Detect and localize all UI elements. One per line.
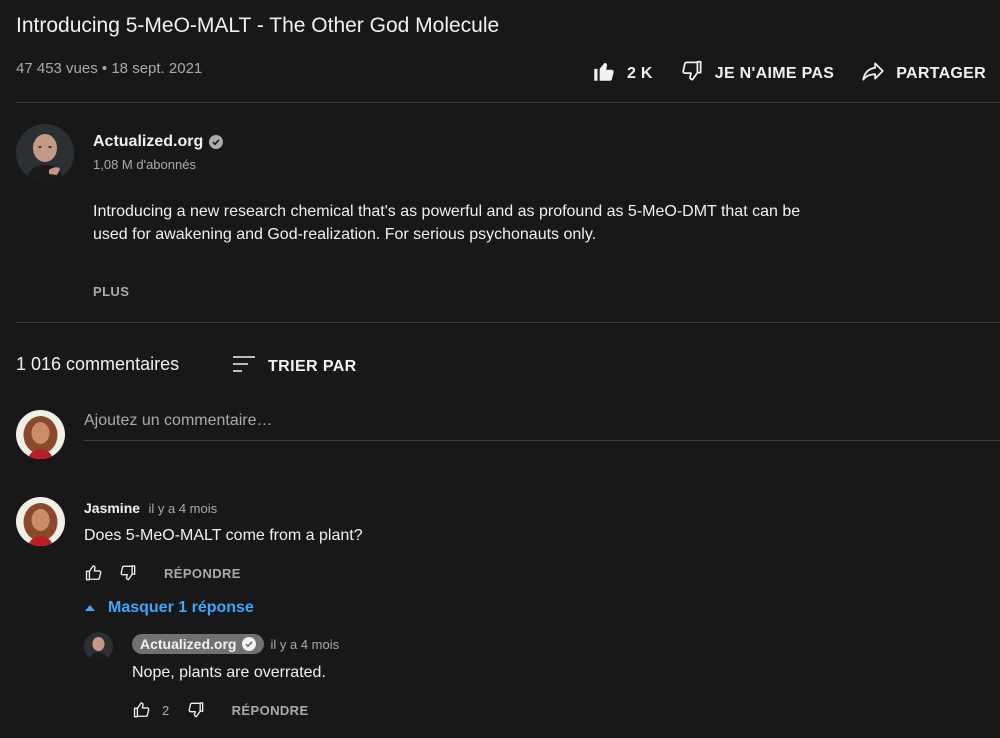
add-comment-input[interactable]: Ajoutez un commentaire… — [84, 412, 1000, 441]
user-avatar — [16, 410, 65, 459]
show-more-button[interactable]: PLUS — [93, 284, 129, 299]
reply-avatar[interactable] — [84, 632, 113, 661]
hide-replies-label: Masquer 1 réponse — [108, 599, 254, 616]
comment-text: Does 5-MeO-MALT come from a plant? — [84, 527, 363, 544]
comment-actions: RÉPONDRE — [84, 563, 241, 583]
share-button[interactable]: PARTAGER — [860, 58, 986, 89]
like-count: 2 K — [626, 64, 653, 82]
caret-up-icon — [84, 599, 96, 617]
hide-replies-toggle[interactable]: Masquer 1 réponse — [84, 599, 254, 617]
video-meta: 47 453 vues • 18 sept. 2021 — [16, 60, 202, 77]
like-button[interactable]: 2 K — [591, 58, 653, 89]
video-title: Introducing 5-MeO-MALT - The Other God M… — [16, 14, 500, 37]
upload-date: 18 sept. 2021 — [111, 60, 203, 77]
thumbs-down-icon[interactable] — [118, 563, 138, 583]
thumbs-up-icon[interactable] — [84, 563, 104, 583]
reply-like-count: 2 — [162, 702, 170, 718]
sort-button[interactable]: TRIER PAR — [232, 354, 357, 379]
sort-lines-icon — [232, 354, 256, 379]
thumbs-up-icon[interactable] — [132, 700, 152, 720]
share-arrow-icon — [860, 58, 886, 89]
dislike-button[interactable]: JE N'AIME PAS — [679, 58, 834, 89]
share-label: PARTAGER — [896, 64, 986, 82]
comment-time[interactable]: il y a 4 mois — [149, 501, 218, 516]
video-description: Introducing a new research chemical that… — [93, 203, 801, 243]
thumbs-up-filled-icon — [591, 58, 617, 89]
dislike-label: JE N'AIME PAS — [714, 64, 835, 82]
reply-button[interactable]: RÉPONDRE — [164, 566, 241, 581]
author-badge[interactable]: Actualized.org — [132, 634, 265, 654]
check-circle-icon — [242, 637, 257, 651]
comment-avatar[interactable] — [16, 497, 65, 546]
meta-separator: • — [101, 60, 108, 77]
reply-author: Actualized.org — [140, 636, 237, 652]
divider-description — [16, 322, 1000, 323]
channel-name-row: Actualized.org — [93, 133, 224, 151]
comment-author[interactable]: Jasmine — [84, 500, 140, 516]
reply-text: Nope, plants are overrated. — [132, 664, 326, 681]
view-count: 47 453 vues — [16, 60, 98, 77]
reply-time[interactable]: il y a 4 mois — [270, 637, 339, 652]
check-circle-icon — [209, 135, 224, 149]
thumbs-down-icon[interactable] — [186, 700, 206, 720]
thumbs-down-icon — [679, 58, 705, 89]
video-actions: 2 K JE N'AIME PAS PARTAGER — [591, 58, 986, 89]
channel-name[interactable]: Actualized.org — [93, 133, 203, 151]
reply-header: Actualized.org il y a 4 mois — [132, 634, 339, 654]
comment-header: Jasmine il y a 4 mois — [84, 500, 217, 518]
channel-avatar[interactable] — [16, 124, 74, 182]
reply-actions: 2 RÉPONDRE — [132, 700, 309, 720]
reply-to-reply-button[interactable]: RÉPONDRE — [232, 703, 309, 718]
sort-label: TRIER PAR — [268, 357, 357, 375]
divider-top — [16, 102, 1000, 103]
subscriber-count: 1,08 M d'abonnés — [93, 157, 196, 172]
comment-count: 1 016 commentaires — [16, 354, 180, 374]
